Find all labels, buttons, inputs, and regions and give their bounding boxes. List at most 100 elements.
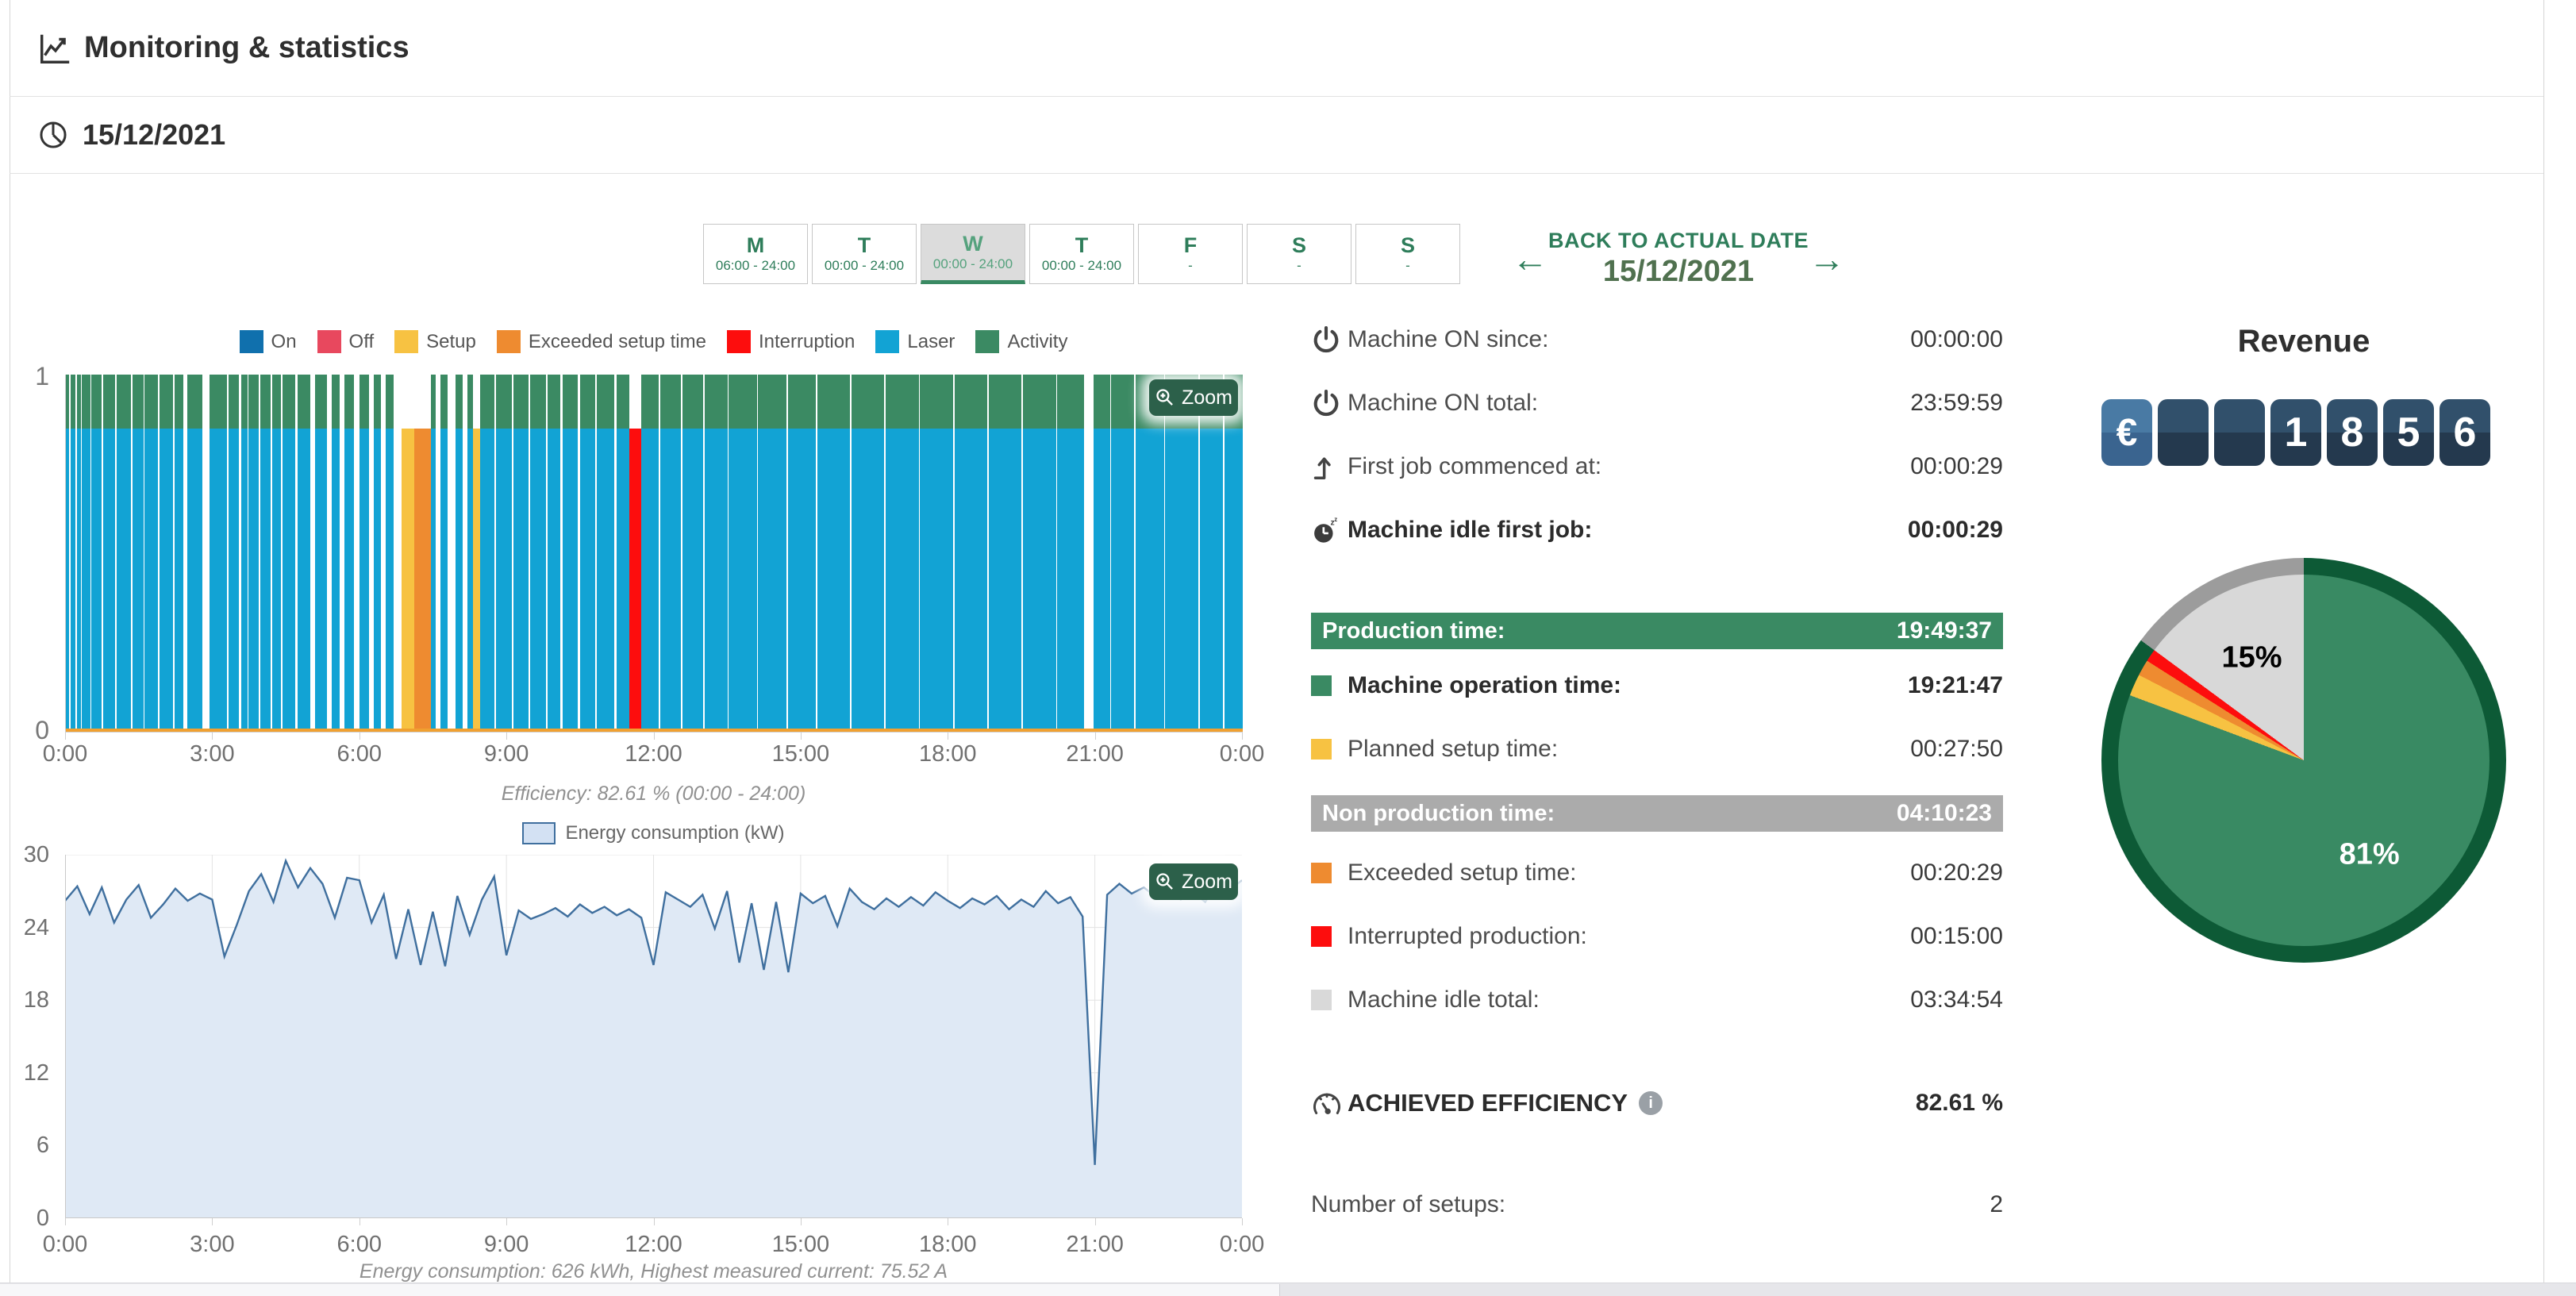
energy-y-tick-label: 30 bbox=[17, 842, 49, 868]
legend-item-laser: Laser bbox=[875, 330, 955, 353]
legend-label: Exceeded setup time bbox=[529, 331, 706, 353]
magnifier-icon bbox=[1155, 387, 1175, 408]
timeline-segment-laser bbox=[272, 429, 281, 733]
stat-label: First job commenced at: bbox=[1348, 453, 1601, 480]
week-day-cell-s[interactable]: S- bbox=[1355, 224, 1460, 284]
revenue-title: Revenue bbox=[2101, 324, 2506, 360]
scrollbar-thumb[interactable] bbox=[0, 1284, 1280, 1296]
timeline-segment-activity bbox=[758, 375, 786, 429]
timeline-segment-setup bbox=[473, 429, 479, 733]
energy-zoom-button[interactable]: Zoom bbox=[1149, 863, 1238, 900]
timeline-segment-laser bbox=[175, 429, 183, 733]
timeline-segment-laser bbox=[210, 429, 227, 733]
timeline-segment-laser bbox=[187, 429, 202, 733]
timeline-segment-laser bbox=[241, 429, 247, 733]
week-day-cell-s[interactable]: S- bbox=[1247, 224, 1351, 284]
x-tick-label: 3:00 bbox=[190, 1232, 234, 1258]
stat-value: 03:34:54 bbox=[1910, 986, 2003, 1013]
legend-swatch bbox=[394, 330, 418, 353]
timeline-segment-activity bbox=[1023, 375, 1055, 429]
week-day-cell-m[interactable]: M06:00 - 24:00 bbox=[703, 224, 808, 284]
timeline-segment-laser bbox=[641, 429, 659, 733]
legend-item-setup: Setup bbox=[394, 330, 476, 353]
timeline-segment-activity bbox=[989, 375, 1021, 429]
efficiency-caption: Efficiency: 82.61 % (00:00 - 24:00) bbox=[65, 783, 1242, 806]
timeline-segment-laser bbox=[344, 429, 354, 733]
timeline-segment-laser bbox=[1225, 429, 1243, 733]
prev-day-arrow[interactable]: ← bbox=[1512, 240, 1548, 277]
timeline-segment-activity bbox=[260, 375, 271, 429]
legend-swatch bbox=[875, 330, 899, 353]
timeline-segment-activity bbox=[283, 375, 295, 429]
revenue-digit-tile bbox=[2158, 399, 2209, 466]
stat-label: Machine operation time: bbox=[1348, 672, 1621, 699]
timeline-segment-activity bbox=[229, 375, 240, 429]
x-tick-label: 0:00 bbox=[43, 741, 87, 767]
timeline-segment-laser bbox=[955, 429, 987, 733]
energy-x-axis: 0:003:006:009:0012:0015:0018:0021:000:00 bbox=[65, 1232, 1242, 1263]
timeline-y-max-label: 1 bbox=[22, 362, 49, 391]
stat-value: 23:59:59 bbox=[1910, 390, 2003, 417]
timeline-segment-activity bbox=[241, 375, 247, 429]
next-day-arrow[interactable]: → bbox=[1809, 240, 1845, 277]
revenue-pie-chart: 81%15% bbox=[2101, 558, 2506, 963]
timeline-segment-laser bbox=[886, 429, 918, 733]
timeline-segment-activity bbox=[496, 375, 512, 429]
energy-y-tick-label: 12 bbox=[17, 1060, 49, 1086]
stat-label: Machine ON since: bbox=[1348, 326, 1548, 353]
red-swatch bbox=[1311, 926, 1332, 947]
machine-status-timeline-chart[interactable] bbox=[65, 375, 1243, 733]
stat-value: 00:00:29 bbox=[1910, 453, 2003, 480]
date-row-divider bbox=[10, 173, 2543, 174]
timeline-segment-laser bbox=[82, 429, 90, 733]
week-day-cell-t[interactable]: T00:00 - 24:00 bbox=[1029, 224, 1134, 284]
week-day-letter: F bbox=[1184, 233, 1198, 257]
timeline-segment-laser bbox=[480, 429, 495, 733]
week-day-cell-t[interactable]: T00:00 - 24:00 bbox=[812, 224, 917, 284]
timeline-segment-laser bbox=[660, 429, 681, 733]
timeline-segment-laser bbox=[1023, 429, 1055, 733]
timeline-segment-laser bbox=[386, 429, 393, 733]
timeline-segment-laser bbox=[1136, 429, 1163, 733]
timeline-segment-laser bbox=[1057, 429, 1083, 733]
timeline-segment-activity bbox=[386, 375, 393, 429]
timeline-zoom-button[interactable]: Zoom bbox=[1149, 379, 1238, 416]
stat-label: ACHIEVED EFFICIENCY bbox=[1348, 1089, 1628, 1117]
info-icon[interactable]: i bbox=[1639, 1091, 1663, 1115]
timeline-segment-activity bbox=[187, 375, 202, 429]
week-day-cell-w[interactable]: W00:00 - 24:00 bbox=[921, 224, 1025, 284]
orange-swatch bbox=[1311, 863, 1332, 883]
timeline-segment-laser bbox=[563, 429, 578, 733]
week-day-hours: - bbox=[1188, 257, 1193, 275]
x-tick-label: 6:00 bbox=[337, 1232, 382, 1258]
timeline-segment-activity bbox=[1057, 375, 1083, 429]
legend-item-exceeded-setup-time: Exceeded setup time bbox=[497, 330, 706, 353]
magnifier-icon bbox=[1155, 871, 1175, 892]
revenue-digit-tile: 8 bbox=[2327, 399, 2378, 466]
legend-swatch bbox=[317, 330, 341, 353]
x-tick-label: 15:00 bbox=[772, 741, 830, 767]
week-selector: M06:00 - 24:00T00:00 - 24:00W00:00 - 24:… bbox=[703, 224, 1460, 284]
energy-y-tick-label: 6 bbox=[17, 1133, 49, 1159]
production-time-header: Production time: 19:49:37 bbox=[1311, 613, 2003, 649]
stat-value: 2 bbox=[1990, 1191, 2003, 1218]
timeline-segment-laser bbox=[548, 429, 561, 733]
x-tick-label: 12:00 bbox=[625, 1232, 682, 1258]
stat-exceeded-setup-time: Exceeded setup time: 00:20:29 bbox=[1311, 856, 2003, 890]
energy-consumption-chart[interactable] bbox=[65, 855, 1242, 1218]
timeline-segment-laser bbox=[315, 429, 327, 733]
timeline-segment-laser bbox=[580, 429, 595, 733]
week-day-cell-f[interactable]: F- bbox=[1138, 224, 1243, 284]
horizontal-scrollbar[interactable] bbox=[0, 1283, 2576, 1296]
legend-swatch bbox=[975, 330, 999, 353]
back-to-actual-date-button[interactable]: BACK TO ACTUAL DATE 15/12/2021 bbox=[1548, 229, 1809, 289]
monitoring-chart-icon bbox=[37, 30, 73, 67]
timeline-segment-activity bbox=[160, 375, 173, 429]
timeline-segment-laser bbox=[283, 429, 295, 733]
timeline-segment-activity bbox=[597, 375, 614, 429]
x-tick-label: 18:00 bbox=[919, 741, 977, 767]
timeline-segment-activity bbox=[66, 375, 69, 429]
week-day-hours: - bbox=[1405, 257, 1410, 275]
timeline-segment-laser bbox=[71, 429, 76, 733]
timeline-segment-laser bbox=[788, 429, 816, 733]
